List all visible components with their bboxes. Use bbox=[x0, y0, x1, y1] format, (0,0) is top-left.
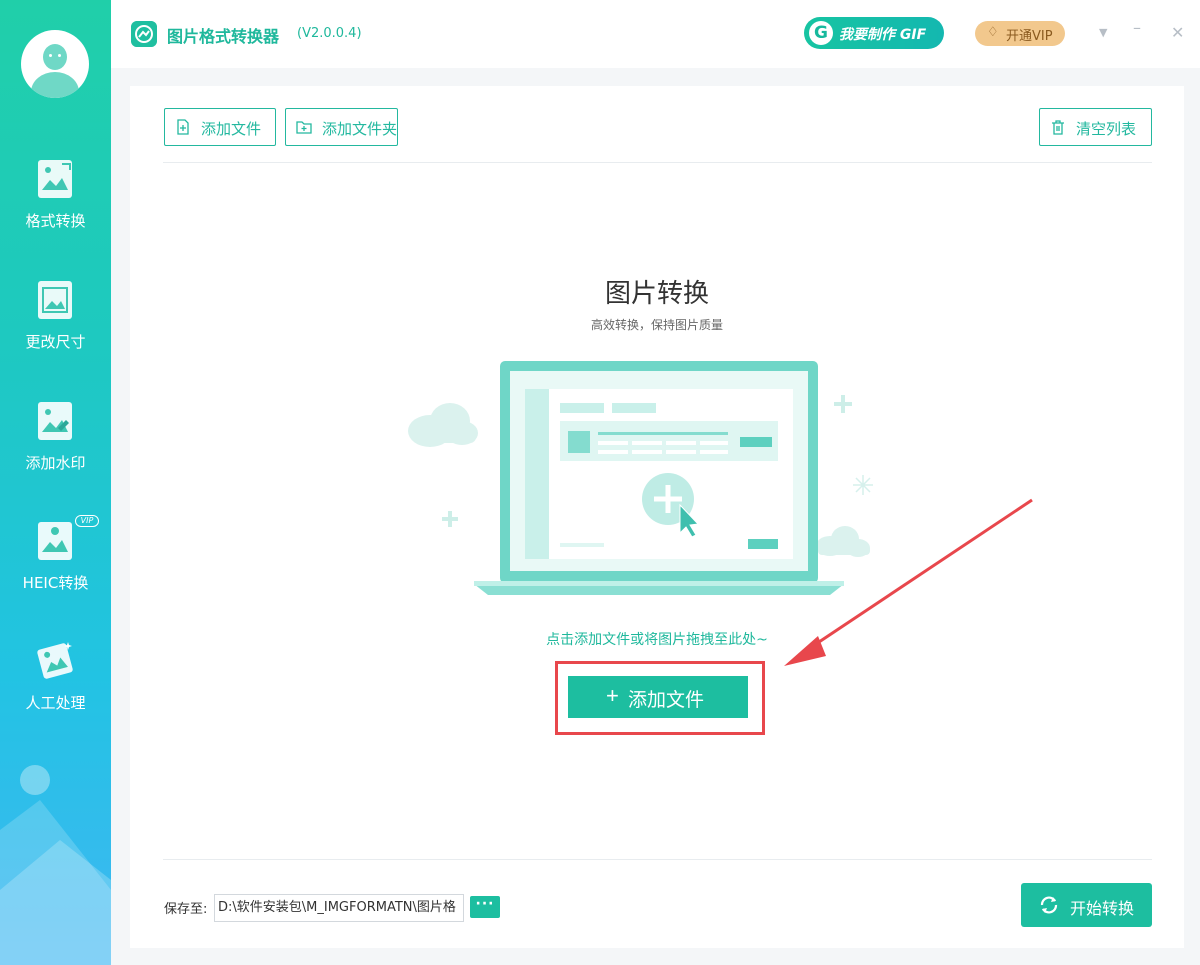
empty-state-subtitle: 高效转换，保持图片质量 bbox=[590, 318, 723, 332]
add-folder-button[interactable]: 添加文件夹 bbox=[285, 108, 398, 146]
empty-state-title: 图片转换 bbox=[604, 279, 709, 309]
sidebar-item-watermark[interactable]: 添加水印 bbox=[0, 400, 111, 500]
close-icon[interactable]: ✕ bbox=[1171, 23, 1184, 42]
add-file-button[interactable]: 添加文件 bbox=[164, 108, 276, 146]
image-watermark-icon bbox=[38, 402, 72, 440]
sidebar-item-label: HEIC转换 bbox=[22, 574, 89, 592]
add-folder-label: 添加文件夹 bbox=[322, 120, 398, 138]
sidebar-item-label: 更改尺寸 bbox=[25, 333, 86, 351]
heic-convert-icon bbox=[38, 522, 72, 560]
clear-list-label: 清空列表 bbox=[1076, 120, 1137, 138]
sidebar-item-label: 格式转换 bbox=[25, 212, 86, 230]
avatar-body bbox=[31, 72, 79, 98]
add-file-icon bbox=[177, 119, 189, 135]
refresh-icon bbox=[1040, 896, 1058, 914]
app-logo-icon bbox=[131, 21, 157, 47]
manual-process-icon bbox=[37, 642, 73, 679]
minimize-icon[interactable]: – bbox=[1133, 18, 1141, 37]
title-bar: 图片格式转换器 (V2.0.0.4) G 我要制作 GIF ♢ 开通VIP ▼ … bbox=[111, 0, 1200, 68]
avatar-eye bbox=[49, 54, 52, 57]
browse-path-button[interactable]: ··· bbox=[470, 896, 500, 918]
vip-button-label: 开通VIP bbox=[1006, 29, 1053, 44]
save-path-label: 保存至: bbox=[164, 902, 208, 917]
highlight-annotation-box bbox=[555, 661, 765, 735]
avatar-eye bbox=[58, 54, 61, 57]
app-title: 图片格式转换器 bbox=[167, 27, 280, 46]
mountain-decoration bbox=[0, 800, 111, 965]
avatar-head bbox=[43, 44, 67, 70]
open-vip-button[interactable]: ♢ 开通VIP bbox=[975, 21, 1065, 46]
image-convert-icon bbox=[38, 160, 72, 198]
app-version: (V2.0.0.4) bbox=[297, 26, 362, 41]
clear-list-button[interactable]: 清空列表 bbox=[1039, 108, 1152, 146]
annotation-arrow bbox=[784, 498, 1033, 666]
user-avatar[interactable] bbox=[21, 30, 89, 98]
image-resize-icon bbox=[38, 281, 72, 319]
sidebar-item-label: 添加水印 bbox=[25, 454, 86, 472]
divider bbox=[163, 859, 1152, 860]
start-convert-button[interactable]: 开始转换 bbox=[1021, 883, 1152, 927]
vip-badge: VIP bbox=[75, 515, 99, 527]
trash-icon bbox=[1052, 120, 1064, 135]
menu-dropdown-icon[interactable]: ▼ bbox=[1099, 26, 1107, 39]
make-gif-button[interactable]: G 我要制作 GIF bbox=[804, 17, 944, 49]
divider bbox=[163, 162, 1152, 163]
sidebar-item-resize[interactable]: 更改尺寸 bbox=[0, 279, 111, 379]
gif-button-label: 我要制作 GIF bbox=[839, 27, 927, 43]
sidebar-item-manual-process[interactable]: 人工处理 bbox=[0, 640, 111, 740]
add-folder-icon bbox=[296, 121, 312, 134]
sidebar: 格式转换 更改尺寸 添加水印 HEIC转换 VIP 人工处理 bbox=[0, 0, 111, 965]
sidebar-item-format-convert[interactable]: 格式转换 bbox=[0, 158, 111, 258]
gif-logo-icon: G bbox=[809, 21, 833, 45]
start-convert-label: 开始转换 bbox=[1070, 899, 1135, 918]
main-panel: 添加文件 添加文件夹 清空列表 图片转换 高效转换，保持图片质量 点击添加文件或… bbox=[130, 86, 1184, 948]
sidebar-item-heic-convert[interactable]: HEIC转换 bbox=[0, 520, 111, 620]
diamond-icon: ♢ bbox=[987, 25, 999, 40]
save-path-input[interactable]: D:\软件安装包\M_IMGFORMATN\图片格 bbox=[214, 894, 464, 922]
sidebar-item-label: 人工处理 bbox=[25, 694, 86, 712]
add-file-label: 添加文件 bbox=[201, 120, 262, 138]
